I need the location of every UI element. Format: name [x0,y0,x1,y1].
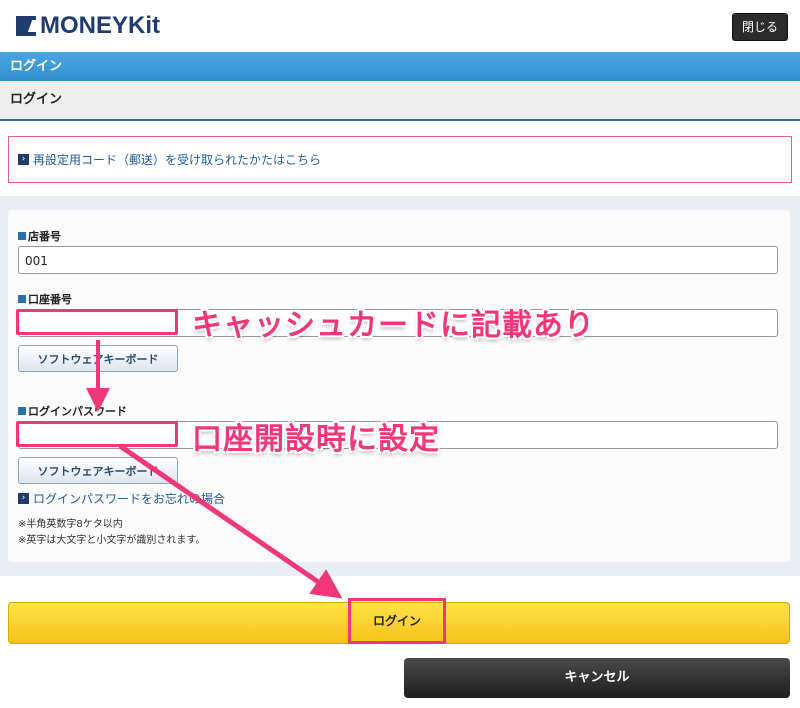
account-label-text: 口座番号 [28,293,72,306]
notice-box: › 再設定用コード（郵送）を受け取られたかたはこちら [8,136,792,183]
page-title-text: ログイン [10,92,63,107]
moneykit-logo: MONEYKit [16,11,160,41]
close-button[interactable]: 閉じる [731,13,788,41]
branch-number-input[interactable]: 001 [18,246,778,274]
reset-code-link-text: 再設定用コード（郵送）を受け取られたかたはこちら [33,153,322,167]
login-button-label[interactable]: ログイン [348,598,446,644]
branch-label: 店番号 [18,228,61,244]
password-redaction-box [16,421,178,447]
account-label: 口座番号 [18,291,72,307]
chevron-right-icon: › [18,154,29,165]
page-title: ログイン [0,81,800,121]
account-annotation: キャッシュカードに記載あり [192,308,595,343]
logo-mark-icon [16,16,36,36]
title-bar-text: ログイン [10,59,63,74]
account-redaction-box [16,309,178,335]
password-annotation: 口座開設時に設定 [192,422,440,457]
password-note-1: ※半角英数字8ケタ以内 [18,519,123,530]
password-note-2: ※英字は大文字と小文字が識別されます。 [18,535,206,546]
forgot-password-link-text: ログインパスワードをお忘れの場合 [33,492,226,506]
reset-code-link[interactable]: › 再設定用コード（郵送）を受け取られたかたはこちら [18,151,321,168]
logo-text: MONEYKit [40,12,160,39]
square-bullet-icon [18,295,26,303]
square-bullet-icon [18,407,26,415]
branch-label-text: 店番号 [28,230,61,243]
password-label: ログインパスワード [18,403,127,419]
square-bullet-icon [18,232,26,240]
password-label-text: ログインパスワード [28,405,127,418]
title-bar: ログイン [0,52,800,81]
app-header: MONEYKit 閉じる [0,0,800,52]
password-software-keyboard-button[interactable]: ソフトウェアキーボード [18,457,178,484]
account-software-keyboard-button[interactable]: ソフトウェアキーボード [18,345,178,372]
chevron-right-icon: › [18,493,29,504]
cancel-button[interactable]: キャンセル [404,658,790,698]
forgot-password-link[interactable]: › ログインパスワードをお忘れの場合 [18,490,225,507]
